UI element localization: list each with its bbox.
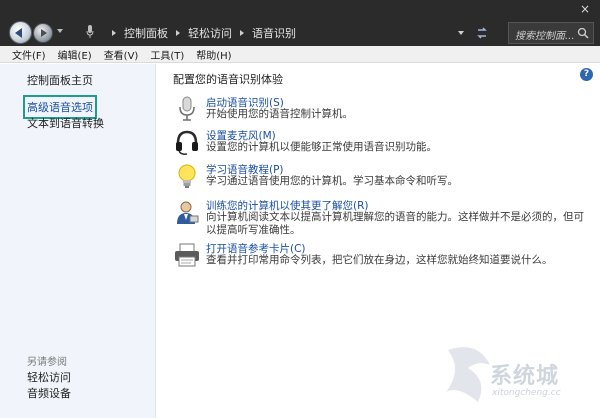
watermark-subtext: xitongcheng.cc — [492, 388, 561, 398]
see-also-heading: 另请参阅 — [27, 357, 67, 368]
sidebar: 控制面板主页 高级语音选项 文本到语音转换 另请参阅 轻松访问 音频设备 — [0, 64, 156, 418]
close-button[interactable]: × — [576, 2, 594, 16]
sidebar-item-audio-devices[interactable]: 音频设备 — [27, 385, 71, 401]
task-description: 向计算机阅读文本以提高计算机理解您的语音的能力。这样做并不是必须的，但可以提高听… — [206, 211, 584, 236]
printer-icon — [175, 243, 199, 267]
breadcrumb-item[interactable]: 控制面板 — [124, 25, 168, 41]
task-train-computer: 训练您的计算机以使其更了解您(R) 向计算机阅读文本以提高计算机理解您的语音的能… — [173, 198, 593, 242]
menu-help[interactable]: 帮助(H) — [196, 47, 231, 62]
address-bar[interactable]: 控制面板 轻松访问 语音识别 — [80, 22, 498, 44]
task-speech-tutorial: 学习语音教程(P) 学习通过语音使用您的计算机。学习基本命令和听写。 — [173, 162, 593, 196]
task-description: 查看并打印常用命令列表，把它们放在身边，这样您就始终知道要说什么。 — [206, 254, 553, 266]
page-title: 配置您的语音识别体验 — [173, 73, 283, 86]
task-description: 开始使用您的语音控制计算机。 — [206, 108, 353, 120]
watermark: 系统城 xitongcheng.cc — [436, 336, 596, 416]
chevron-right-icon[interactable] — [240, 30, 244, 36]
task-description: 学习通过语音使用您的计算机。学习基本命令和听写。 — [206, 175, 458, 187]
refresh-icon[interactable] — [475, 26, 489, 40]
chevron-right-icon[interactable] — [112, 30, 116, 36]
task-set-up-microphone: 设置麦克风(M) 设置您的计算机以便能够正常使用语音识别功能。 — [173, 128, 593, 162]
search-placeholder: 搜索控制面... — [515, 31, 575, 42]
address-dropdown-icon[interactable] — [458, 31, 464, 35]
lightbulb-icon — [178, 164, 196, 188]
chevron-right-icon[interactable] — [176, 30, 180, 36]
menu-edit[interactable]: 编辑(E) — [58, 47, 92, 62]
breadcrumb-item[interactable]: 轻松访问 — [188, 25, 232, 41]
sidebar-item-advanced-speech-options[interactable]: 高级语音选项 — [23, 95, 97, 119]
sidebar-item-ease-of-access[interactable]: 轻松访问 — [27, 369, 71, 385]
help-icon[interactable]: ? — [580, 68, 593, 81]
history-dropdown-icon[interactable] — [57, 29, 63, 33]
search-input[interactable]: 搜索控制面... — [508, 22, 594, 44]
microphone-icon — [179, 96, 195, 121]
search-icon[interactable] — [577, 27, 589, 39]
breadcrumb: 控制面板 轻松访问 语音识别 — [104, 25, 296, 41]
menu-bar: 文件(F) 编辑(E) 查看(V) 工具(T) 帮助(H) — [0, 46, 600, 63]
menu-view[interactable]: 查看(V) — [104, 47, 139, 62]
back-button[interactable] — [9, 21, 32, 44]
user-speech-icon — [177, 201, 199, 224]
task-speech-reference-card: 打开语音参考卡片(C) 查看并打印常用命令列表，把它们放在身边，这样您就始终知道… — [173, 241, 593, 275]
watermark-text: 系统城 — [490, 364, 560, 389]
breadcrumb-item[interactable]: 语音识别 — [252, 25, 296, 41]
microphone-icon — [86, 25, 94, 38]
watermark-logo-icon — [446, 347, 490, 402]
title-bar: × 控制面板 轻松访问 语音识别 搜索控制面... — [0, 0, 600, 46]
sidebar-item-text-to-speech[interactable]: 文本到语音转换 — [27, 115, 104, 131]
sidebar-item-home[interactable]: 控制面板主页 — [27, 72, 93, 88]
menu-tools[interactable]: 工具(T) — [150, 47, 184, 62]
control-panel-window: × 控制面板 轻松访问 语音识别 搜索控制面... 文件(F) 编辑(E) 查看… — [0, 0, 600, 418]
headset-icon — [176, 130, 198, 155]
task-description: 设置您的计算机以便能够正常使用语音识别功能。 — [206, 141, 437, 153]
forward-button[interactable] — [33, 23, 53, 43]
menu-file[interactable]: 文件(F) — [12, 47, 46, 62]
task-start-speech-recognition: 启动语音识别(S) 开始使用您的语音控制计算机。 — [173, 95, 593, 129]
